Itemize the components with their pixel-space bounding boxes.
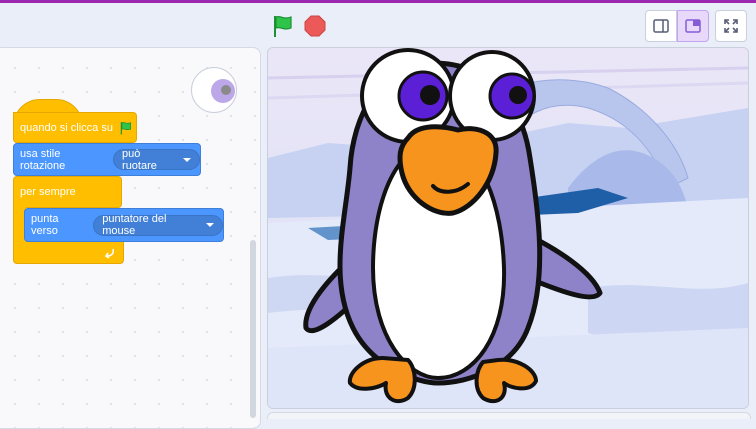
chevron-down-icon [183, 157, 191, 162]
fullscreen-button[interactable] [715, 10, 747, 42]
rotation-block-label: usa stile rotazione [20, 147, 66, 172]
forever-block-label: per sempre [20, 186, 76, 198]
chevron-down-icon [206, 223, 214, 227]
stage-canvas [268, 48, 748, 408]
point-towards-block[interactable]: punta verso puntatore del mouse [24, 208, 224, 242]
loop-arrow-icon [104, 248, 115, 259]
hat-block-label: quando si clicca su [20, 121, 113, 134]
set-rotation-style-block[interactable]: usa stile rotazione può ruotare [13, 143, 201, 176]
point-block-label: punta verso [31, 213, 59, 237]
when-flag-clicked-block[interactable]: quando si clicca su [13, 112, 137, 143]
rotation-style-value: può ruotare [122, 147, 157, 172]
small-stage-button[interactable] [645, 10, 677, 42]
stage-header [0, 3, 756, 47]
stop-icon[interactable] [304, 15, 326, 37]
stage[interactable] [267, 47, 749, 409]
sprite-thumbnail-dot [221, 85, 231, 95]
small-stage-icon [653, 19, 669, 33]
point-target-value: puntatore del mouse [102, 213, 167, 237]
green-flag-icon[interactable] [271, 14, 295, 38]
code-scrollbar[interactable] [250, 240, 256, 418]
point-target-dropdown[interactable]: puntatore del mouse [93, 213, 223, 237]
normal-stage-button[interactable] [677, 10, 709, 42]
normal-stage-icon [685, 19, 701, 33]
fullscreen-icon [724, 19, 738, 33]
green-flag-icon [120, 121, 131, 134]
sprite-thumbnail[interactable] [191, 67, 237, 113]
rotation-style-dropdown[interactable]: può ruotare [113, 147, 200, 172]
forever-block[interactable]: per sempre [13, 176, 122, 208]
